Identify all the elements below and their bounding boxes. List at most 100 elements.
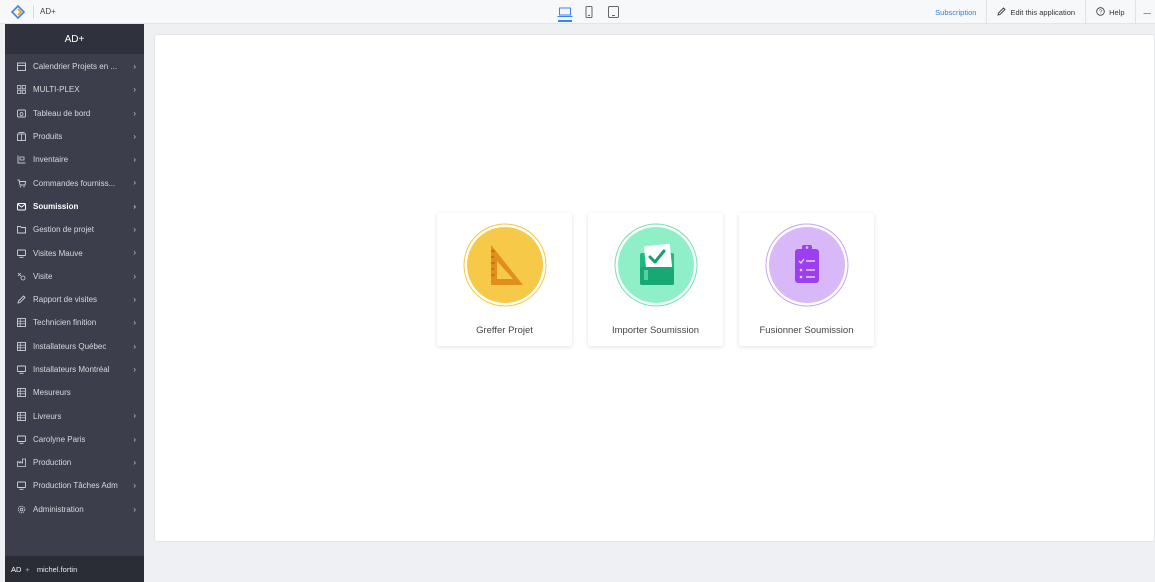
sidebar-item-label: Production Tâches Adm: [33, 481, 118, 491]
laptop-view-icon[interactable]: [557, 5, 573, 22]
footer-brand: AD: [11, 564, 22, 574]
sidebar-item-label: Gestion de projet: [33, 225, 94, 235]
sidebar-title: AD+: [5, 24, 144, 54]
sidebar-item-tableau-de-bord[interactable]: Tableau de bord ›: [5, 102, 144, 125]
link-icon: [16, 271, 26, 281]
chevron-right-icon: ›: [133, 178, 136, 188]
subscription-link[interactable]: Subscription: [925, 8, 986, 17]
sidebar-menu: Calendrier Projets en ... › MULTI-PLEX › Tab…: [5, 54, 144, 521]
chevron-right-icon: ›: [133, 131, 136, 141]
sidebar-item-inventaire[interactable]: Inventaire ›: [5, 148, 144, 171]
sidebar-item-label: Visite: [33, 271, 53, 281]
pencil-icon: [997, 6, 1007, 18]
chevron-right-icon: ›: [133, 318, 136, 328]
sidebar-item-label: Visites Mauve: [33, 248, 83, 258]
chevron-right-icon: ›: [133, 155, 136, 165]
monitor-icon: [16, 434, 26, 444]
chevron-right-icon: ›: [133, 294, 136, 304]
sidebar-item-carolyne-paris[interactable]: Carolyne Paris ›: [5, 428, 144, 451]
sidebar-item-soumission[interactable]: Soumission ›: [5, 195, 144, 218]
sidebar-item-livreurs[interactable]: Livreurs ›: [5, 404, 144, 427]
import-document-icon: [614, 223, 698, 307]
help-icon: ?: [1096, 6, 1105, 18]
sidebar-item-installateurs-montreal[interactable]: Installateurs Montréal ›: [5, 358, 144, 381]
box-icon: [16, 132, 26, 142]
fusionner-soumission-label: Fusionner Soumission: [759, 325, 854, 336]
phone-view-icon[interactable]: [581, 5, 597, 19]
monitor-icon: [16, 365, 26, 375]
chevron-right-icon: ›: [133, 504, 136, 514]
sidebar-item-rapport-de-visites[interactable]: Rapport de visites ›: [5, 288, 144, 311]
chevron-right-icon: ›: [133, 411, 136, 421]
sidebar-item-label: Livreurs: [33, 411, 62, 421]
greffer-projet-card[interactable]: Greffer Projet: [437, 213, 572, 346]
minimize-button[interactable]: —: [1136, 8, 1155, 17]
gear-icon: [16, 504, 26, 514]
sidebar-item-label: Production: [33, 458, 72, 468]
app-logo-icon[interactable]: [9, 3, 27, 21]
sidebar-item-mesureurs[interactable]: Mesureurs: [5, 381, 144, 404]
chevron-right-icon: ›: [133, 458, 136, 468]
importer-soumission-label: Importer Soumission: [611, 325, 700, 336]
clipboard-checklist-icon: [765, 223, 849, 307]
chevron-right-icon: ›: [133, 108, 136, 118]
sidebar-item-label: Commandes fourniss...: [33, 178, 116, 188]
sidebar-item-label: Administration: [33, 504, 84, 514]
sidebar-item-visites-mauve[interactable]: Visites Mauve ›: [5, 241, 144, 264]
chevron-right-icon: ›: [133, 225, 136, 235]
sidebar-item-commandes-fourniss[interactable]: Commandes fourniss... ›: [5, 171, 144, 194]
sidebar-item-label: MULTI-PLEX: [33, 85, 80, 95]
inventory-icon: [16, 155, 26, 165]
sidebar-item-production-taches-adm[interactable]: Production Tâches Adm ›: [5, 474, 144, 497]
fusionner-soumission-card[interactable]: Fusionner Soumission: [739, 213, 874, 346]
sidebar-item-installateurs-quebec[interactable]: Installateurs Québec ›: [5, 335, 144, 358]
topbar-actions: Subscription Edit this application ? Hel…: [925, 0, 1155, 24]
sidebar-item-label: Soumission: [33, 201, 79, 211]
chevron-right-icon: ›: [133, 85, 136, 95]
sidebar-item-gestion-de-projet[interactable]: Gestion de projet ›: [5, 218, 144, 241]
help-button[interactable]: ? Help: [1086, 6, 1134, 18]
sidebar: AD+ Calendrier Projets en ... › MULTI-PLEX…: [5, 24, 144, 582]
sidebar-item-label: Tableau de bord: [33, 108, 91, 118]
table-icon: [16, 341, 26, 351]
chevron-right-icon: ›: [133, 201, 136, 211]
importer-soumission-card[interactable]: Importer Soumission: [588, 213, 723, 346]
sidebar-item-technicien-finition[interactable]: Technicien finition ›: [5, 311, 144, 334]
chevron-right-icon: ›: [133, 248, 136, 258]
sidebar-item-produits[interactable]: Produits ›: [5, 125, 144, 148]
folder-icon: [16, 225, 26, 235]
sidebar-item-label: Installateurs Québec: [33, 341, 107, 351]
sidebar-item-label: Mesureurs: [33, 388, 71, 398]
main-content: Greffer Projet Importer Soumission Fusio…: [154, 34, 1155, 542]
monitor-icon: [16, 481, 26, 491]
edit-application-label: Edit this application: [1010, 7, 1076, 17]
sidebar-item-administration[interactable]: Administration ›: [5, 498, 144, 521]
sidebar-item-production[interactable]: Production ›: [5, 451, 144, 474]
sidebar-item-calendrier-projets-en[interactable]: Calendrier Projets en ... ›: [5, 55, 144, 78]
sidebar-item-label: Calendrier Projets en ...: [33, 62, 118, 72]
sidebar-item-visite[interactable]: Visite ›: [5, 265, 144, 288]
cart-icon: [16, 178, 26, 188]
user-footer[interactable]: AD + michel.fortin: [5, 556, 144, 582]
greffer-projet-label: Greffer Projet: [476, 325, 533, 336]
envelope-icon: [16, 201, 26, 211]
factory-icon: [16, 458, 26, 468]
calendar-icon: [16, 62, 26, 72]
chevron-right-icon: ›: [133, 434, 136, 444]
sidebar-item-label: Rapport de visites: [33, 295, 98, 305]
edit-application-button[interactable]: Edit this application: [987, 6, 1085, 18]
topbar-divider: [33, 4, 34, 19]
device-switcher: [557, 5, 621, 22]
sidebar-item-label: Installateurs Montréal: [33, 365, 110, 374]
chevron-right-icon: ›: [133, 364, 136, 374]
chevron-right-icon: ›: [133, 341, 136, 351]
sidebar-item-label: Carolyne Paris: [33, 434, 86, 444]
svg-text:?: ?: [1099, 9, 1102, 15]
pen-icon: [16, 295, 26, 305]
table-icon: [16, 388, 26, 398]
dashboard-icon: [16, 108, 26, 118]
sidebar-item-multi-plex[interactable]: MULTI-PLEX ›: [5, 78, 144, 101]
tablet-view-icon[interactable]: [605, 5, 621, 19]
chevron-right-icon: ›: [133, 481, 136, 491]
grid-icon: [16, 85, 26, 95]
